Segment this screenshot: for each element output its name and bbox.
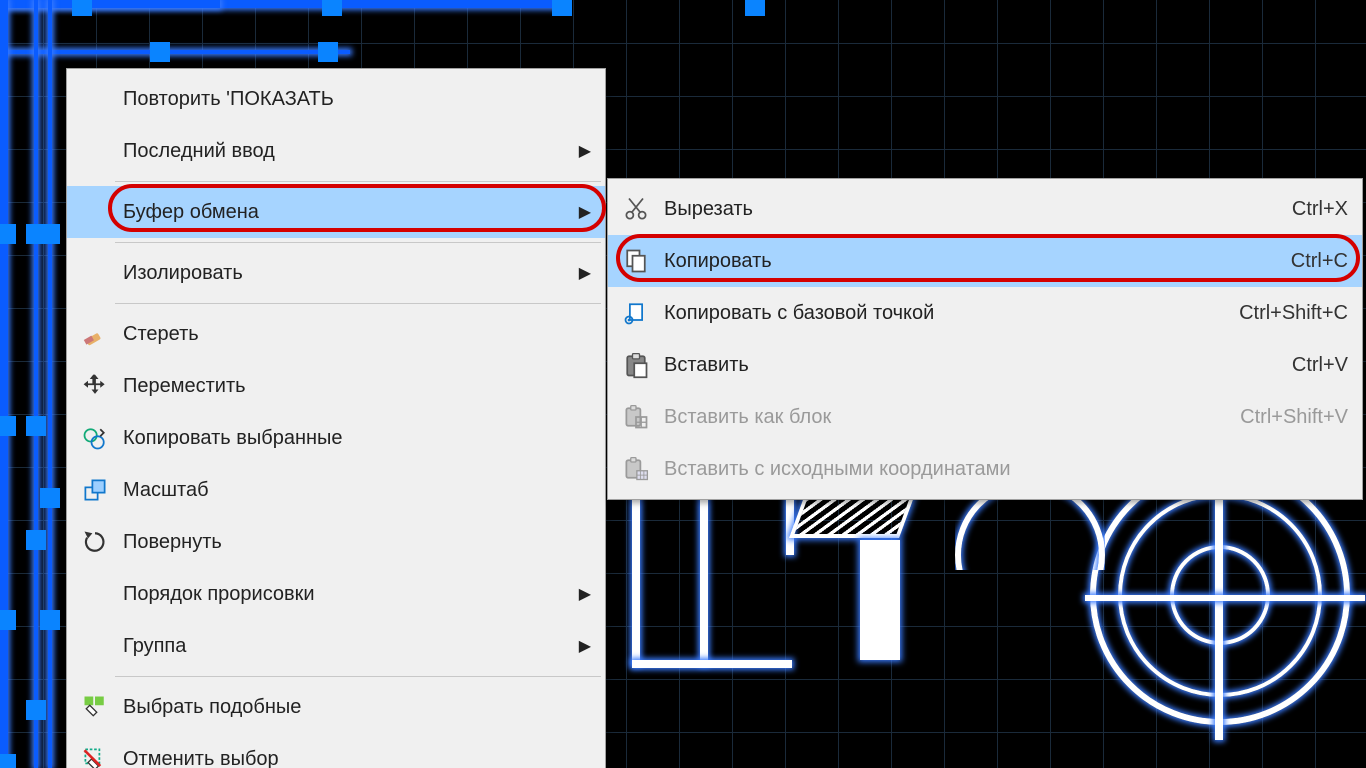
context_menu-item[interactable]: Отменить выбор	[67, 733, 605, 768]
submenu-arrow-icon: ▶	[571, 263, 591, 283]
menu-item-label: Отменить выбор	[123, 748, 591, 768]
menu-item-shortcut: Ctrl+V	[1252, 354, 1348, 377]
context-menu[interactable]: Повторить 'ПОКАЗАТЬПоследний ввод▶Буфер …	[66, 68, 606, 768]
submenu-item: Вставить как блокCtrl+Shift+V	[608, 391, 1362, 443]
clipboard-submenu[interactable]: ВырезатьCtrl+XКопироватьCtrl+CКопировать…	[607, 178, 1363, 500]
submenu-item[interactable]: ВставитьCtrl+V	[608, 339, 1362, 391]
paste-block-icon	[608, 403, 664, 431]
menu-item-label: Копировать выбранные	[123, 427, 591, 450]
context_menu-item[interactable]: Изолировать▶	[67, 247, 605, 299]
menu-item-label: Повторить 'ПОКАЗАТЬ	[123, 88, 591, 111]
menu-item-label: Вставить	[664, 354, 1252, 377]
context_menu-item[interactable]: Масштаб	[67, 464, 605, 516]
context_menu-item[interactable]: Выбрать подобные	[67, 681, 605, 733]
menu-item-label: Стереть	[123, 323, 591, 346]
submenu-item: Вставить с исходными координатами	[608, 443, 1362, 495]
submenu-item[interactable]: ВырезатьCtrl+X	[608, 183, 1362, 235]
menu-item-label: Повернуть	[123, 531, 591, 554]
menu-item-label: Порядок прорисовки	[123, 583, 571, 606]
menu-item-label: Последний ввод	[123, 140, 571, 163]
rotate-icon	[67, 528, 123, 556]
submenu-arrow-icon: ▶	[571, 202, 591, 222]
context_menu-item[interactable]: Группа▶	[67, 620, 605, 672]
menu-item-label: Вставить как блок	[664, 406, 1200, 429]
paste-icon	[608, 351, 664, 379]
menu-item-shortcut: Ctrl+C	[1251, 250, 1348, 273]
menu-separator	[115, 303, 601, 304]
context_menu-item[interactable]: Повернуть	[67, 516, 605, 568]
menu-separator	[115, 242, 601, 243]
menu-item-label: Переместить	[123, 375, 591, 398]
menu-item-label: Группа	[123, 635, 571, 658]
submenu-item[interactable]: КопироватьCtrl+C	[608, 235, 1362, 287]
menu-item-label: Вырезать	[664, 198, 1252, 221]
menu-separator	[115, 181, 601, 182]
menu-item-label: Изолировать	[123, 262, 571, 285]
erase-icon	[67, 320, 123, 348]
submenu-arrow-icon: ▶	[571, 584, 591, 604]
move-icon	[67, 372, 123, 400]
context_menu-item[interactable]: Копировать выбранные	[67, 412, 605, 464]
menu-item-shortcut: Ctrl+Shift+V	[1200, 406, 1348, 429]
menu-item-label: Выбрать подобные	[123, 696, 591, 719]
menu-item-label: Копировать с базовой точкой	[664, 302, 1199, 325]
submenu-arrow-icon: ▶	[571, 141, 591, 161]
submenu-item[interactable]: Копировать с базовой точкойCtrl+Shift+C	[608, 287, 1362, 339]
scale-icon	[67, 476, 123, 504]
context_menu-item[interactable]: Переместить	[67, 360, 605, 412]
context_menu-item[interactable]: Стереть	[67, 308, 605, 360]
context_menu-item[interactable]: Буфер обмена▶	[67, 186, 605, 238]
menu-item-label: Масштаб	[123, 479, 591, 502]
menu-item-label: Копировать	[664, 250, 1251, 273]
menu-item-label: Вставить с исходными координатами	[664, 458, 1308, 481]
menu-item-shortcut: Ctrl+Shift+C	[1199, 302, 1348, 325]
paste-orig-icon	[608, 455, 664, 483]
menu-separator	[115, 676, 601, 677]
context_menu-item[interactable]: Порядок прорисовки▶	[67, 568, 605, 620]
deselect-icon	[67, 745, 123, 768]
select-similar-icon	[67, 693, 123, 721]
submenu-arrow-icon: ▶	[571, 636, 591, 656]
menu-item-label: Буфер обмена	[123, 201, 571, 224]
context_menu-item[interactable]: Повторить 'ПОКАЗАТЬ	[67, 73, 605, 125]
copy-icon	[608, 247, 664, 275]
cut-icon	[608, 195, 664, 223]
copy-sel-icon	[67, 424, 123, 452]
copy-base-icon	[608, 299, 664, 327]
context_menu-item[interactable]: Последний ввод▶	[67, 125, 605, 177]
menu-item-shortcut: Ctrl+X	[1252, 198, 1348, 221]
